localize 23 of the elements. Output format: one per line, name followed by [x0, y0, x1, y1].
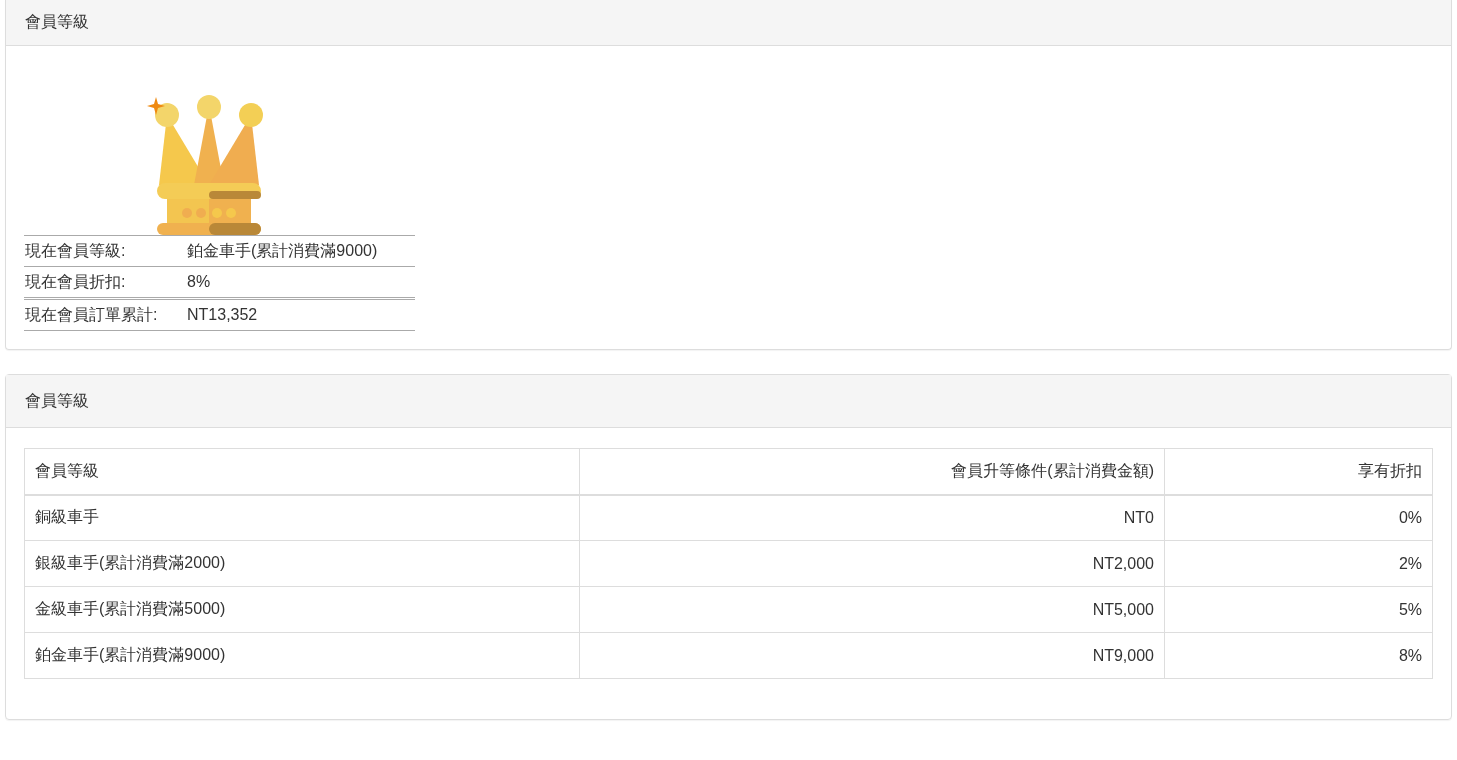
- table-cell: NT5,000: [579, 586, 1165, 633]
- column-header: 會員升等條件(累計消費金額): [579, 448, 1165, 495]
- table-cell: 0%: [1164, 494, 1433, 541]
- detail-value: 8%: [186, 266, 415, 299]
- table-cell: NT9,000: [579, 632, 1165, 679]
- table-cell: 銅級車手: [24, 494, 580, 541]
- detail-value: 鉑金車手(累計消費滿9000): [186, 235, 415, 267]
- panel-title: 會員等級: [25, 390, 89, 411]
- table-cell: 金級車手(累計消費滿5000): [24, 586, 580, 633]
- table-cell: 8%: [1164, 632, 1433, 679]
- table-cell: NT2,000: [579, 540, 1165, 587]
- column-header: 會員等級: [24, 448, 580, 495]
- detail-label: 現在會員等級:: [24, 235, 186, 267]
- detail-label: 現在會員折扣:: [24, 266, 186, 299]
- detail-value: NT13,352: [186, 298, 415, 331]
- column-header: 享有折扣: [1164, 448, 1433, 495]
- table-cell: 2%: [1164, 540, 1433, 587]
- table-cell: 銀級車手(累計消費滿2000): [24, 540, 580, 587]
- table-cell: NT0: [579, 494, 1165, 541]
- table-cell: 5%: [1164, 586, 1433, 633]
- panel-title: 會員等級: [25, 12, 89, 32]
- table-cell: 鉑金車手(累計消費滿9000): [24, 632, 580, 679]
- detail-label: 現在會員訂單累計:: [24, 298, 186, 331]
